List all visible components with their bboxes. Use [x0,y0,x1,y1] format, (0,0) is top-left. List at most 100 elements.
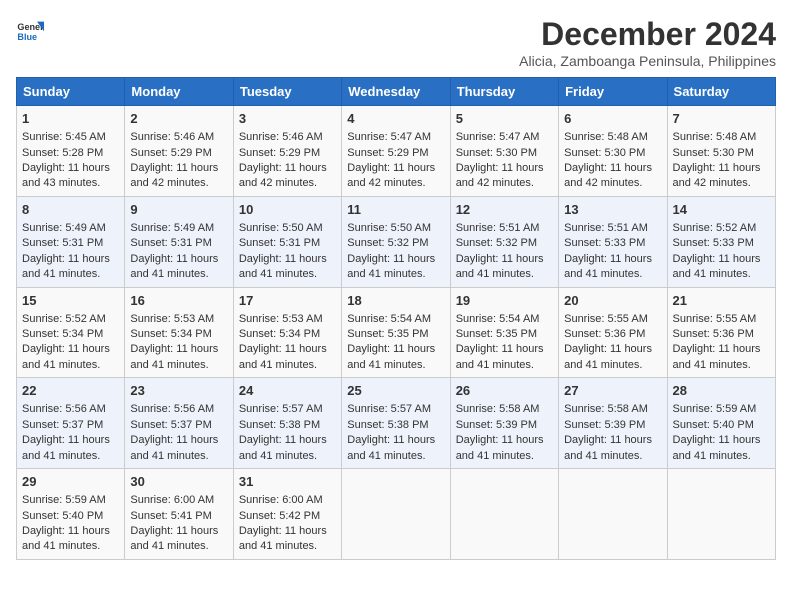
week-row-5: 29Sunrise: 5:59 AMSunset: 5:40 PMDayligh… [17,469,776,560]
sunset-text: Sunset: 5:30 PM [673,147,754,159]
sunset-text: Sunset: 5:36 PM [564,328,645,340]
day-cell: 20Sunrise: 5:55 AMSunset: 5:36 PMDayligh… [559,287,667,378]
daylight-label: Daylight: 11 hours [673,343,761,355]
column-header-thursday: Thursday [450,78,558,106]
sunset-text: Sunset: 5:34 PM [22,328,103,340]
sunrise-text: Sunrise: 5:48 AM [673,131,757,143]
daylight-minutes: and 41 minutes. [347,450,425,462]
daylight-label: Daylight: 11 hours [456,434,544,446]
daylight-label: Daylight: 11 hours [347,343,435,355]
sunrise-text: Sunrise: 5:55 AM [564,313,648,325]
header-row: SundayMondayTuesdayWednesdayThursdayFrid… [17,78,776,106]
sunset-text: Sunset: 5:32 PM [347,237,428,249]
column-header-wednesday: Wednesday [342,78,450,106]
sunset-text: Sunset: 5:31 PM [239,237,320,249]
day-number: 28 [673,382,770,400]
day-cell [342,469,450,560]
sunset-text: Sunset: 5:39 PM [456,419,537,431]
daylight-minutes: and 41 minutes. [456,359,534,371]
sunrise-text: Sunrise: 5:59 AM [673,403,757,415]
day-number: 10 [239,201,336,219]
day-number: 17 [239,292,336,310]
sunrise-text: Sunrise: 5:56 AM [130,403,214,415]
logo: General Blue [16,16,44,44]
sunrise-text: Sunrise: 5:51 AM [564,222,648,234]
daylight-label: Daylight: 11 hours [347,162,435,174]
daylight-label: Daylight: 11 hours [456,162,544,174]
daylight-minutes: and 42 minutes. [456,177,534,189]
day-cell: 28Sunrise: 5:59 AMSunset: 5:40 PMDayligh… [667,378,775,469]
daylight-label: Daylight: 11 hours [673,162,761,174]
column-header-friday: Friday [559,78,667,106]
daylight-label: Daylight: 11 hours [22,434,110,446]
day-cell: 22Sunrise: 5:56 AMSunset: 5:37 PMDayligh… [17,378,125,469]
day-number: 2 [130,110,227,128]
day-cell: 1Sunrise: 5:45 AMSunset: 5:28 PMDaylight… [17,106,125,197]
sunset-text: Sunset: 5:35 PM [347,328,428,340]
sunset-text: Sunset: 5:38 PM [347,419,428,431]
day-number: 9 [130,201,227,219]
daylight-minutes: and 41 minutes. [456,268,534,280]
day-number: 12 [456,201,553,219]
day-cell: 12Sunrise: 5:51 AMSunset: 5:32 PMDayligh… [450,196,558,287]
daylight-minutes: and 41 minutes. [673,450,751,462]
day-cell: 26Sunrise: 5:58 AMSunset: 5:39 PMDayligh… [450,378,558,469]
page-subtitle: Alicia, Zamboanga Peninsula, Philippines [519,53,776,69]
daylight-label: Daylight: 11 hours [564,343,652,355]
sunset-text: Sunset: 5:33 PM [673,237,754,249]
week-row-4: 22Sunrise: 5:56 AMSunset: 5:37 PMDayligh… [17,378,776,469]
daylight-label: Daylight: 11 hours [239,343,327,355]
day-cell: 13Sunrise: 5:51 AMSunset: 5:33 PMDayligh… [559,196,667,287]
sunset-text: Sunset: 5:31 PM [130,237,211,249]
day-cell: 17Sunrise: 5:53 AMSunset: 5:34 PMDayligh… [233,287,341,378]
daylight-label: Daylight: 11 hours [22,525,110,537]
day-cell: 7Sunrise: 5:48 AMSunset: 5:30 PMDaylight… [667,106,775,197]
sunrise-text: Sunrise: 5:49 AM [22,222,106,234]
daylight-minutes: and 42 minutes. [673,177,751,189]
day-number: 29 [22,473,119,491]
day-cell: 23Sunrise: 5:56 AMSunset: 5:37 PMDayligh… [125,378,233,469]
sunrise-text: Sunrise: 6:00 AM [130,494,214,506]
day-cell: 31Sunrise: 6:00 AMSunset: 5:42 PMDayligh… [233,469,341,560]
day-cell: 11Sunrise: 5:50 AMSunset: 5:32 PMDayligh… [342,196,450,287]
daylight-label: Daylight: 11 hours [564,434,652,446]
day-cell: 29Sunrise: 5:59 AMSunset: 5:40 PMDayligh… [17,469,125,560]
day-number: 16 [130,292,227,310]
sunset-text: Sunset: 5:40 PM [22,510,103,522]
logo-icon: General Blue [16,16,44,44]
daylight-label: Daylight: 11 hours [564,253,652,265]
sunrise-text: Sunrise: 5:54 AM [456,313,540,325]
day-cell: 14Sunrise: 5:52 AMSunset: 5:33 PMDayligh… [667,196,775,287]
sunset-text: Sunset: 5:31 PM [22,237,103,249]
daylight-minutes: and 41 minutes. [22,540,100,552]
sunrise-text: Sunrise: 6:00 AM [239,494,323,506]
sunrise-text: Sunrise: 5:51 AM [456,222,540,234]
sunset-text: Sunset: 5:34 PM [239,328,320,340]
day-cell: 10Sunrise: 5:50 AMSunset: 5:31 PMDayligh… [233,196,341,287]
sunset-text: Sunset: 5:40 PM [673,419,754,431]
column-header-monday: Monday [125,78,233,106]
sunset-text: Sunset: 5:42 PM [239,510,320,522]
day-number: 25 [347,382,444,400]
daylight-label: Daylight: 11 hours [239,253,327,265]
column-header-sunday: Sunday [17,78,125,106]
daylight-minutes: and 43 minutes. [22,177,100,189]
daylight-minutes: and 42 minutes. [564,177,642,189]
calendar-table: SundayMondayTuesdayWednesdayThursdayFrid… [16,77,776,560]
sunrise-text: Sunrise: 5:46 AM [239,131,323,143]
sunrise-text: Sunrise: 5:53 AM [130,313,214,325]
daylight-minutes: and 41 minutes. [239,268,317,280]
day-cell: 5Sunrise: 5:47 AMSunset: 5:30 PMDaylight… [450,106,558,197]
daylight-label: Daylight: 11 hours [22,253,110,265]
day-number: 11 [347,201,444,219]
sunset-text: Sunset: 5:30 PM [456,147,537,159]
daylight-minutes: and 41 minutes. [239,359,317,371]
sunset-text: Sunset: 5:39 PM [564,419,645,431]
daylight-minutes: and 41 minutes. [564,359,642,371]
day-number: 15 [22,292,119,310]
daylight-minutes: and 41 minutes. [130,359,208,371]
daylight-minutes: and 42 minutes. [347,177,425,189]
day-number: 1 [22,110,119,128]
title-area: December 2024 Alicia, Zamboanga Peninsul… [519,16,776,69]
daylight-minutes: and 41 minutes. [130,268,208,280]
